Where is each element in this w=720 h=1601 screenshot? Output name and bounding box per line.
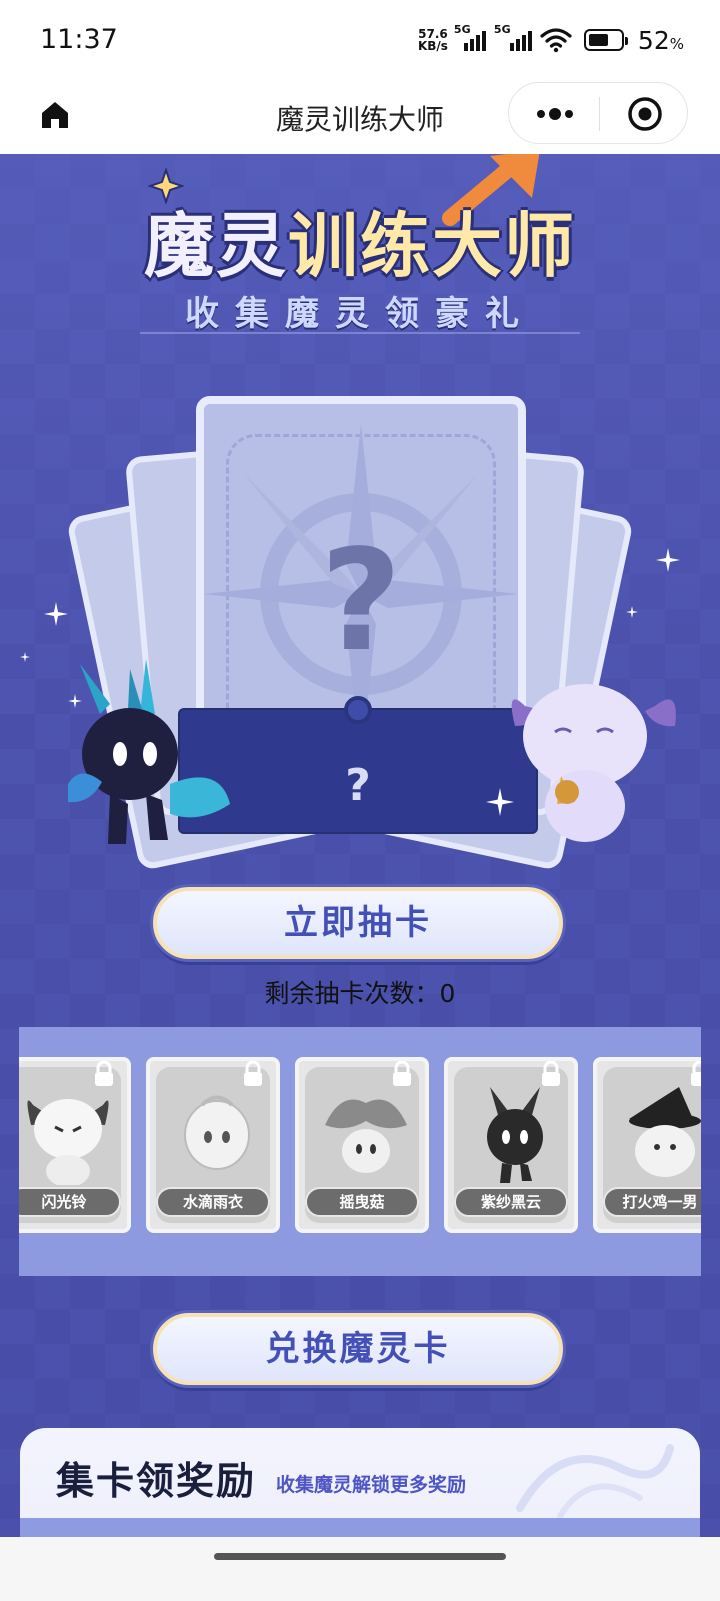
close-target-icon[interactable] bbox=[627, 96, 663, 132]
witch-chick-creature-icon bbox=[629, 1087, 701, 1177]
mushroom-creature-icon bbox=[325, 1099, 407, 1173]
draw-card-button[interactable]: 立即抽卡 bbox=[153, 887, 563, 959]
card-name: 水滴雨衣 bbox=[156, 1187, 270, 1217]
goat-bell-creature-icon bbox=[511, 684, 676, 842]
card-name: 摇曳菇 bbox=[305, 1187, 419, 1217]
capsule-divider bbox=[599, 97, 600, 131]
remaining-draws-text: 剩余抽卡次数：0 bbox=[264, 979, 456, 1008]
mystery-question-mark: ? bbox=[320, 520, 402, 683]
more-icon[interactable] bbox=[535, 105, 575, 123]
battery-percent: 52% bbox=[637, 25, 684, 55]
sparkle-icon bbox=[626, 606, 638, 618]
collection-card[interactable]: 打火鸡一男 bbox=[593, 1057, 701, 1233]
signal-label-2: 5G bbox=[493, 23, 511, 36]
wifi-icon bbox=[540, 28, 572, 53]
status-time: 11:37 bbox=[40, 24, 118, 55]
home-indicator[interactable] bbox=[214, 1553, 506, 1560]
envelope-clasp bbox=[344, 696, 372, 724]
card-name: 紫纱黑云 bbox=[454, 1187, 568, 1217]
lock-icon bbox=[244, 1061, 262, 1086]
reward-title: 集卡领奖励 bbox=[56, 1459, 257, 1503]
gesture-bar-area bbox=[0, 1537, 720, 1601]
card-name: 闪光铃 bbox=[19, 1187, 121, 1217]
water-drop-creature-icon bbox=[184, 1095, 250, 1170]
reward-subtitle: 收集魔灵解锁更多奖励 bbox=[276, 1474, 467, 1496]
logo-divider bbox=[140, 332, 580, 334]
main-content: 魔灵训练大师 收集魔灵领豪礼 ? ? 立即抽卡 剩余抽卡次数：0 闪光铃 水滴雨… bbox=[0, 154, 720, 1601]
collection-card[interactable]: 水滴雨衣 bbox=[146, 1057, 280, 1233]
logo-subtitle: 收集魔灵领豪礼 bbox=[185, 294, 535, 334]
collection-card[interactable]: 紫纱黑云 bbox=[444, 1057, 578, 1233]
sparkle-icon bbox=[20, 652, 30, 662]
lock-icon bbox=[542, 1061, 560, 1086]
signal-label: 5G bbox=[453, 23, 471, 36]
battery-level bbox=[588, 34, 608, 46]
dark-cloud-creature-icon bbox=[487, 1087, 543, 1183]
lock-icon bbox=[691, 1061, 701, 1086]
game-logo-title: 魔灵训练大师 bbox=[0, 190, 720, 291]
network-speed-unit: KB/s bbox=[417, 39, 448, 53]
sparkle-icon bbox=[656, 548, 680, 572]
signal-icon: 5G bbox=[454, 23, 488, 51]
logo-title-part1: 魔灵 bbox=[144, 205, 288, 287]
status-indicators: 57.6 KB/s 5G 5G 52% bbox=[418, 22, 684, 58]
capsule-menu bbox=[508, 82, 688, 144]
dark-deer-creature-icon bbox=[68, 659, 230, 844]
card-name: 打火鸡一男 bbox=[603, 1187, 701, 1217]
network-speed: 57.6 KB/s bbox=[418, 28, 448, 52]
status-bar: 11:37 57.6 KB/s 5G 5G 52% bbox=[0, 0, 720, 80]
logo-title-part2: 训练大师 bbox=[288, 205, 576, 287]
exchange-card-button[interactable]: 兑换魔灵卡 bbox=[153, 1313, 563, 1385]
mini-program-nav-bar: 魔灵训练大师 bbox=[0, 80, 720, 154]
goat-creature-icon bbox=[27, 1099, 109, 1185]
sparkle-icon bbox=[44, 602, 68, 626]
card-collection-strip[interactable]: 闪光铃 水滴雨衣 摇曳菇 紫纱黑云 打火鸡一男 bbox=[19, 1027, 701, 1276]
collection-card[interactable]: 闪光铃 bbox=[19, 1057, 131, 1233]
signal-icon-2: 5G bbox=[494, 23, 534, 51]
lock-icon bbox=[393, 1061, 411, 1086]
battery-icon bbox=[583, 29, 628, 51]
lock-icon bbox=[95, 1061, 113, 1086]
collection-card[interactable]: 摇曳菇 bbox=[295, 1057, 429, 1233]
swirl-decoration-icon bbox=[516, 1444, 674, 1518]
